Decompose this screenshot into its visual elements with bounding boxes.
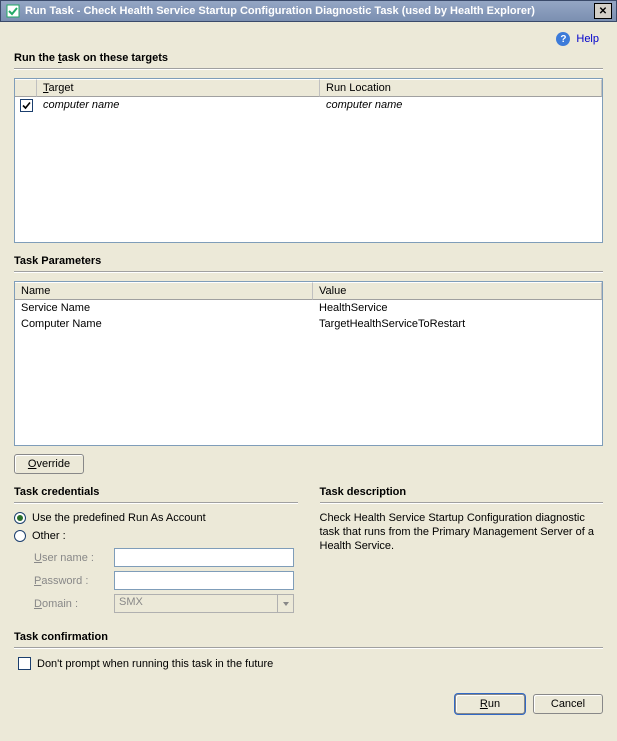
radio-other[interactable]: Other :	[14, 530, 298, 542]
cell-param-name: Service Name	[15, 301, 313, 315]
run-button[interactable]: Run	[455, 694, 525, 714]
window-title: Run Task - Check Health Service Startup …	[25, 5, 594, 17]
row-checkbox[interactable]	[20, 99, 33, 112]
params-section-title: Task Parameters	[14, 255, 603, 267]
credentials-section-title: Task credentials	[14, 486, 298, 498]
cell-target: computer name	[37, 98, 320, 112]
domain-value: SMX	[115, 595, 277, 612]
radio-icon	[14, 530, 26, 542]
table-row[interactable]: Service Name HealthService	[15, 300, 602, 316]
cell-run-location: computer name	[320, 98, 602, 112]
column-run-location[interactable]: Run Location	[320, 79, 602, 97]
targets-grid: Target Run Location computer name comput…	[14, 78, 603, 243]
column-value[interactable]: Value	[313, 282, 602, 300]
help-icon[interactable]: ?	[556, 32, 570, 46]
radio-predefined-label: Use the predefined Run As Account	[32, 512, 206, 524]
description-text: Check Health Service Startup Configurati…	[320, 512, 604, 553]
override-button[interactable]: Override	[14, 454, 84, 474]
chevron-down-icon	[277, 595, 293, 612]
cell-param-value: TargetHealthServiceToRestart	[313, 317, 602, 331]
table-row[interactable]: Computer Name TargetHealthServiceToResta…	[15, 316, 602, 332]
radio-other-label: Other :	[32, 530, 66, 542]
cell-param-name: Computer Name	[15, 317, 313, 331]
confirmation-section-title: Task confirmation	[14, 631, 603, 643]
description-section-title: Task description	[320, 486, 604, 498]
dont-prompt-checkbox[interactable]	[18, 657, 31, 670]
column-target[interactable]: Target	[37, 79, 320, 97]
username-label: User name :	[34, 552, 114, 564]
table-row[interactable]: computer name computer name	[15, 97, 602, 113]
params-grid: Name Value Service Name HealthService Co…	[14, 281, 603, 446]
help-link[interactable]: Help	[576, 33, 599, 45]
dont-prompt-label: Don't prompt when running this task in t…	[37, 658, 273, 670]
radio-icon	[14, 512, 26, 524]
domain-label: Domain :	[34, 598, 114, 610]
close-button[interactable]: ✕	[594, 3, 612, 19]
domain-combo: SMX	[114, 594, 294, 613]
targets-section-title: Run the task on these targets	[14, 52, 603, 64]
username-field	[114, 548, 294, 567]
column-name[interactable]: Name	[15, 282, 313, 300]
password-field	[114, 571, 294, 590]
password-label: Password :	[34, 575, 114, 587]
title-bar[interactable]: Run Task - Check Health Service Startup …	[0, 0, 617, 22]
radio-predefined[interactable]: Use the predefined Run As Account	[14, 512, 298, 524]
dont-prompt-row[interactable]: Don't prompt when running this task in t…	[18, 657, 603, 670]
column-checkbox[interactable]	[15, 79, 37, 97]
cancel-button[interactable]: Cancel	[533, 694, 603, 714]
app-icon	[5, 3, 21, 19]
cell-param-value: HealthService	[313, 301, 602, 315]
